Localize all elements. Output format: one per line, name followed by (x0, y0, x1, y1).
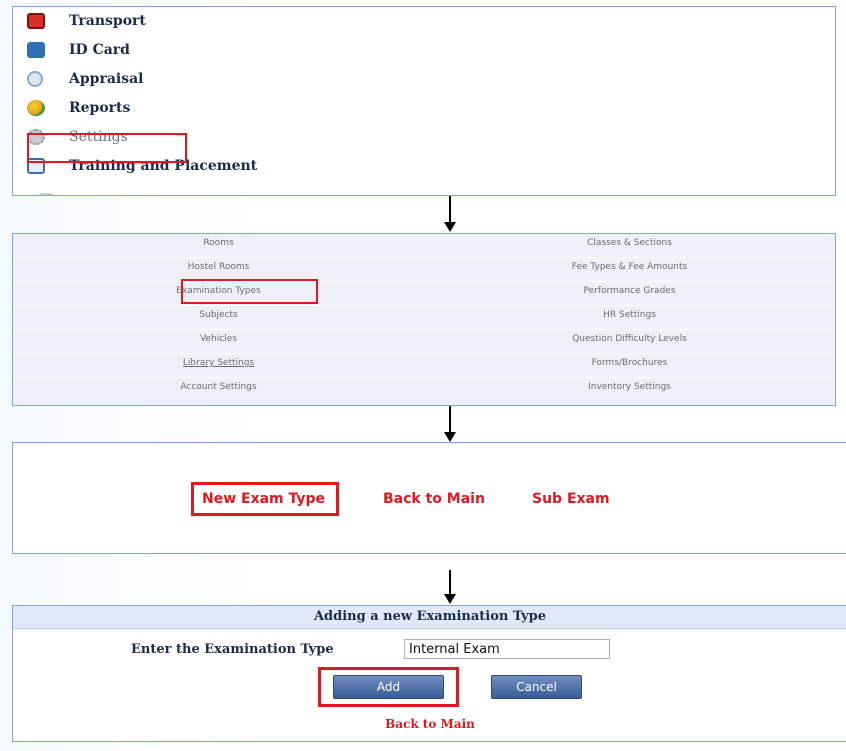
sub-exam-link[interactable]: Sub Exam (532, 491, 610, 507)
menu-item-reports[interactable]: Reports (13, 94, 313, 123)
settings-row: Library Settings Forms/Brochures (13, 354, 835, 378)
settings-row: Hostel Rooms Fee Types & Fee Amounts (13, 258, 835, 282)
cut-off-menu-icon (39, 193, 53, 195)
link-classes-sections[interactable]: Classes & Sections (424, 238, 835, 248)
link-fee-types[interactable]: Fee Types & Fee Amounts (424, 262, 835, 272)
exam-type-label: Enter the Examination Type (131, 642, 334, 657)
settings-row: Examination Types Performance Grades (13, 282, 835, 306)
link-rooms[interactable]: Rooms (13, 238, 424, 248)
link-account-settings[interactable]: Account Settings (13, 382, 424, 392)
link-hr-settings[interactable]: HR Settings (424, 310, 835, 320)
settings-highlight-box (27, 133, 187, 163)
menu-item-label: Reports (69, 100, 131, 116)
menu-item-label: ID Card (69, 42, 130, 58)
settings-row: Rooms Classes & Sections (13, 234, 835, 258)
cancel-button[interactable]: Cancel (491, 675, 582, 699)
down-arrow-icon (444, 196, 456, 232)
add-highlight-box (318, 667, 459, 707)
exam-type-input[interactable] (404, 639, 610, 659)
settings-row: Vehicles Question Difficulty Levels (13, 330, 835, 354)
menu-item-label: Transport (69, 13, 146, 29)
down-arrow-icon (444, 570, 456, 604)
link-hostel-rooms[interactable]: Hostel Rooms (13, 262, 424, 272)
link-performance-grades[interactable]: Performance Grades (424, 286, 835, 296)
side-menu-panel: Transport ID Card Appraisal Reports Sett… (12, 6, 836, 196)
link-subjects[interactable]: Subjects (13, 310, 424, 320)
link-forms-brochures[interactable]: Forms/Brochures (424, 358, 835, 368)
link-question-difficulty[interactable]: Question Difficulty Levels (424, 334, 835, 344)
magnifier-icon (27, 71, 43, 87)
settings-row: Account Settings Inventory Settings (13, 378, 835, 401)
id-card-icon (27, 42, 45, 58)
add-exam-type-form: Adding a new Examination Type Enter the … (12, 605, 846, 742)
examination-types-highlight-box (181, 279, 318, 304)
back-to-main-link[interactable]: Back to Main (13, 717, 846, 731)
link-vehicles[interactable]: Vehicles (13, 334, 424, 344)
link-library-settings[interactable]: Library Settings (13, 358, 424, 368)
settings-grid-panel: Rooms Classes & Sections Hostel Rooms Fe… (12, 233, 836, 406)
link-inventory-settings[interactable]: Inventory Settings (424, 382, 835, 392)
menu-item-transport[interactable]: Transport (13, 7, 313, 36)
menu-item-label: Appraisal (69, 71, 144, 87)
menu-item-appraisal[interactable]: Appraisal (13, 65, 313, 94)
back-to-main-link[interactable]: Back to Main (383, 491, 485, 507)
bus-icon (27, 13, 45, 29)
reports-icon (27, 100, 45, 116)
exam-type-links-panel: New Exam Type Back to Main Sub Exam (12, 442, 846, 554)
settings-row: Subjects HR Settings (13, 306, 835, 330)
form-title: Adding a new Examination Type (13, 606, 846, 629)
new-exam-type-highlight-box (191, 482, 339, 516)
menu-item-id-card[interactable]: ID Card (13, 36, 313, 65)
down-arrow-icon (444, 406, 456, 442)
